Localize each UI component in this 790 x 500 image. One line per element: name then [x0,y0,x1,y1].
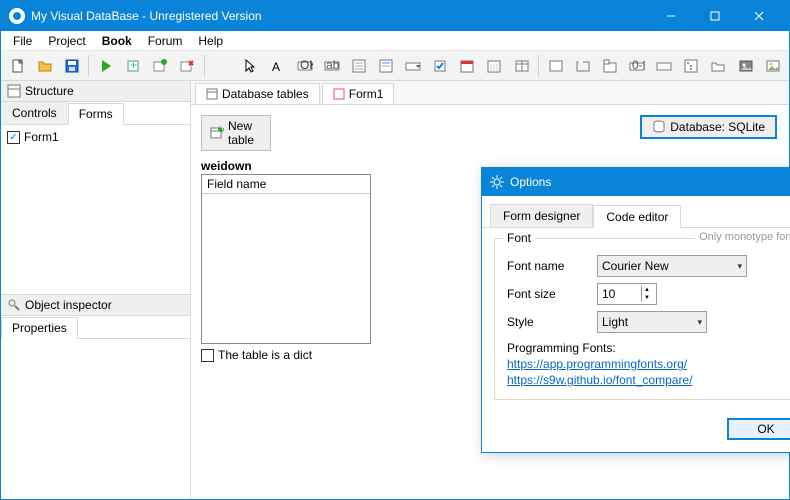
style-label: Style [507,315,597,329]
right-area: Database tables Form1 + New table weidow… [191,81,789,499]
font-size-label: Font size [507,287,597,301]
chevron-down-icon: ▾ [697,317,702,328]
checkbox-icon[interactable] [428,53,453,79]
tab-form1[interactable]: Form1 [322,83,395,104]
tab-code-editor[interactable]: Code editor [593,205,681,228]
save-icon[interactable] [59,53,84,79]
structure-label: Structure [25,84,74,98]
close-button[interactable] [737,1,781,31]
options-dialog: Options ✕ Form designer Code editor Font… [481,167,790,453]
tab-form-designer[interactable]: Form designer [490,204,593,227]
forms-tree: ✓ Form1 [1,125,190,294]
link-programmingfonts[interactable]: https://app.programmingfonts.org/ [507,357,790,371]
svg-text:+: + [130,58,137,72]
dialog-tabs: Form designer Code editor [482,196,790,228]
field-grid-header: Field name [202,175,370,194]
menu-help[interactable]: Help [190,32,231,50]
text-icon[interactable]: A [265,53,290,79]
memo-icon[interactable] [346,53,371,79]
menu-forum[interactable]: Forum [140,32,191,50]
counter-icon[interactable]: 0-9 [624,53,649,79]
main-toolbar: + A OK abl 0-9 [1,51,789,81]
menu-project[interactable]: Project [40,32,93,50]
link-fontcompare[interactable]: https://s9w.github.io/font_compare/ [507,373,790,387]
menu-file[interactable]: File [5,32,40,50]
treeview-icon[interactable] [679,53,704,79]
chevron-down-icon: ▾ [737,261,742,272]
open-folder-icon[interactable] [32,53,57,79]
maximize-button[interactable] [693,1,737,31]
svg-text:abl: abl [326,58,340,72]
dict-checkbox[interactable] [201,349,214,362]
font-name-label: Font name [507,259,597,273]
links-heading: Programming Fonts: [507,341,790,355]
button-ok-icon[interactable]: OK [292,53,317,79]
form-tab-icon [333,88,345,100]
groupbox-icon[interactable] [570,53,595,79]
inspector-header: Object inspector [1,295,190,316]
inspector-label: Object inspector [25,298,112,312]
left-tabs: Controls Forms [1,102,190,125]
font-group: Font Only monotype fonts Font name Couri… [494,238,790,400]
tab-database-tables[interactable]: Database tables [195,83,320,104]
structure-header: Structure [1,81,190,102]
dialog-title: Options [510,175,551,189]
properties-grid[interactable] [1,339,190,499]
database-button[interactable]: Database: SQLite [640,115,777,139]
calendar-icon[interactable] [482,53,507,79]
svg-text:+: + [219,126,224,134]
script-add-icon[interactable]: + [120,53,145,79]
tab-forms[interactable]: Forms [68,103,124,125]
tabcontrol-icon[interactable] [597,53,622,79]
combobox-icon[interactable] [400,53,425,79]
image-icon[interactable] [733,53,758,79]
panel-icon[interactable] [543,53,568,79]
new-file-icon[interactable] [5,53,30,79]
datepicker-icon[interactable] [455,53,480,79]
document-tabs: Database tables Form1 [191,81,789,105]
minimize-button[interactable] [649,1,693,31]
tab-properties[interactable]: Properties [1,317,78,339]
input2-icon[interactable] [652,53,677,79]
font-size-stepper[interactable]: 10 ▲▼ [597,283,657,305]
font-name-select[interactable]: Courier New ▾ [597,255,747,277]
left-panel: Structure Controls Forms ✓ Form1 Object … [1,81,191,499]
menubar: File Project Book Forum Help [1,31,789,51]
richtext-icon[interactable] [373,53,398,79]
inspector-icon [7,298,21,312]
pointer-icon[interactable] [238,53,263,79]
run-icon[interactable] [93,53,118,79]
structure-icon [7,84,21,98]
spinner-icon[interactable]: ▲▼ [641,286,652,302]
style-select[interactable]: Light ▾ [597,311,707,333]
database-icon [652,120,666,134]
script-delete-icon[interactable] [175,53,200,79]
dict-label: The table is a dict [218,348,312,362]
window-title: My Visual DataBase - Unregistered Versio… [31,9,649,23]
monotype-hint: Only monotype fonts [695,231,790,243]
script-play-icon[interactable] [148,53,173,79]
group-label: Font [503,231,535,245]
app-icon [9,8,25,24]
gear-icon [490,175,504,189]
field-grid[interactable]: Field name [201,174,371,344]
textbox-icon[interactable]: abl [319,53,344,79]
dialog-titlebar[interactable]: Options ✕ [482,168,790,196]
tree-item-form1[interactable]: ✓ Form1 [7,129,184,145]
folder-icon[interactable] [706,53,731,79]
svg-text:0-9: 0-9 [632,58,645,72]
tree-item-label: Form1 [24,130,59,144]
ok-button[interactable]: OK [727,418,790,440]
titlebar: My Visual DataBase - Unregistered Versio… [1,1,789,31]
menu-book[interactable]: Book [94,32,140,50]
tab-controls[interactable]: Controls [1,102,68,124]
table-add-icon: + [210,126,224,140]
svg-text:OK: OK [300,58,313,72]
picture-icon[interactable] [760,53,785,79]
svg-text:A: A [272,60,280,74]
checkbox-icon[interactable]: ✓ [7,131,20,144]
new-table-button[interactable]: + New table [201,115,271,151]
grid-icon[interactable] [509,53,534,79]
db-tab-icon [206,88,218,100]
